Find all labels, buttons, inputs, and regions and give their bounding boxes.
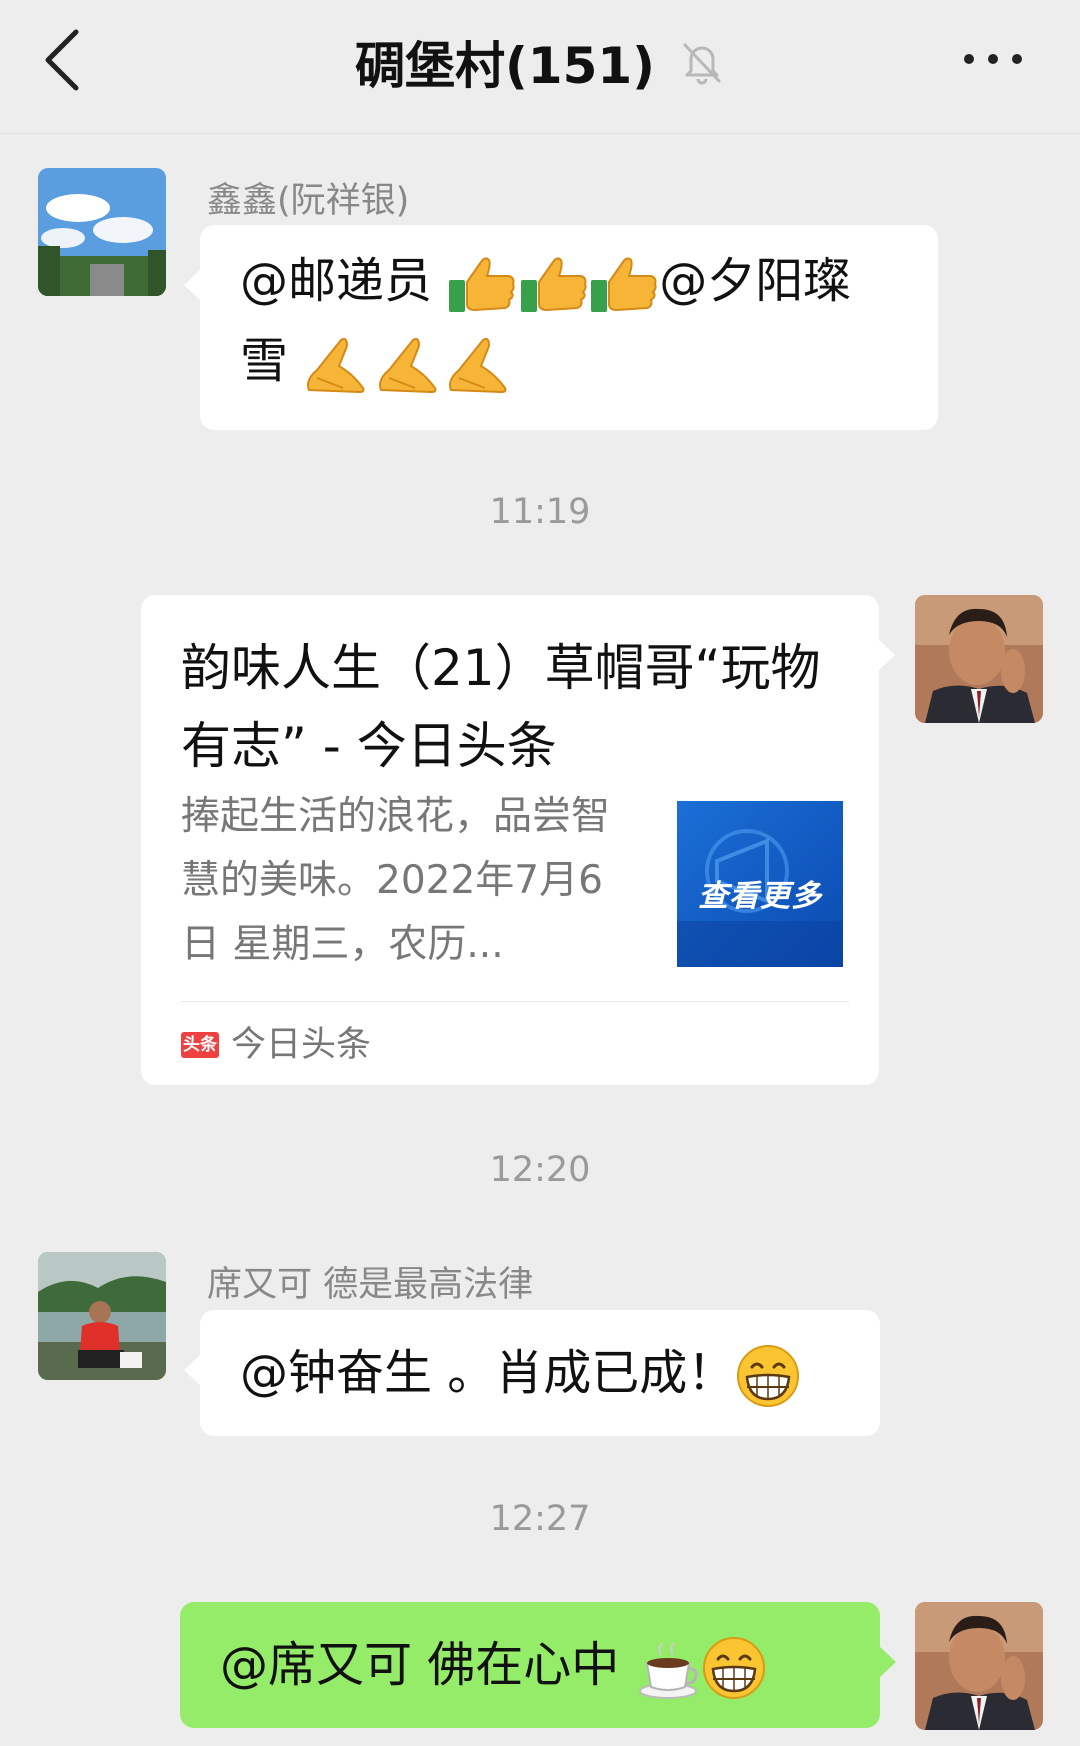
timestamp: 12:27 bbox=[489, 1499, 591, 1539]
message-text: @邮递员 bbox=[240, 253, 448, 309]
more-options-button[interactable] bbox=[958, 34, 1028, 84]
avatar-xinxin[interactable] bbox=[38, 168, 166, 296]
grinning-face-icon bbox=[735, 1343, 801, 1409]
timestamp: 12:20 bbox=[489, 1150, 591, 1190]
avatar-xiyouke[interactable] bbox=[38, 1252, 166, 1380]
divider bbox=[181, 1001, 849, 1002]
avatar-self[interactable] bbox=[915, 595, 1043, 723]
message-bubble[interactable]: @邮递员 @夕阳璨雪 bbox=[184, 225, 938, 430]
toutiao-logo-icon: 头条 bbox=[181, 1032, 219, 1058]
message-text: @席又可 佛在心中 bbox=[220, 1637, 635, 1693]
bell-off-icon bbox=[679, 39, 725, 85]
message-text: 雪 bbox=[240, 333, 304, 389]
card-source-label: 今日头条 bbox=[231, 1025, 372, 1065]
card-description: 捧起生活的浪花，品尝智慧的美味。2022年7月6日 星期三，农历... bbox=[181, 794, 611, 967]
card-title: 韵味人生（21）草帽哥“玩物有志” - 今日头条 bbox=[181, 639, 821, 775]
sender-name: 席又可 德是最高法律 bbox=[207, 1265, 534, 1305]
card-thumbnail: 查看更多 bbox=[677, 801, 843, 967]
chat-screen: 碉堡村(151) 鑫鑫(阮祥银) @邮递员 @夕阳璨 雪 11:19 韵味人生（… bbox=[0, 0, 1080, 1746]
chat-title: 碉堡村(151) bbox=[354, 37, 656, 95]
thumbs-up-icon bbox=[447, 252, 659, 316]
chat-header: 碉堡村(151) bbox=[0, 0, 1080, 134]
timestamp: 11:19 bbox=[489, 492, 591, 532]
card-thumbnail-text: 查看更多 bbox=[698, 879, 822, 914]
grinning-face-icon bbox=[701, 1635, 767, 1701]
folded-hands-icon bbox=[303, 332, 515, 396]
message-text: @钟奋生 。肖成已成！ bbox=[240, 1345, 736, 1401]
message-text: @夕阳璨 bbox=[659, 253, 852, 309]
hot-beverage-icon bbox=[635, 1635, 701, 1701]
chat-title-area: 碉堡村(151) bbox=[0, 22, 1080, 102]
message-bubble[interactable]: @席又可 佛在心中 bbox=[180, 1602, 896, 1728]
sender-name: 鑫鑫(阮祥银) bbox=[207, 181, 410, 221]
ellipsis-icon bbox=[964, 54, 1022, 64]
link-card[interactable]: 韵味人生（21）草帽哥“玩物有志” - 今日头条 捧起生活的浪花，品尝智慧的美味… bbox=[141, 595, 895, 1085]
card-source: 头条 今日头条 bbox=[181, 1015, 371, 1075]
message-bubble[interactable]: @钟奋生 。肖成已成！ bbox=[184, 1310, 880, 1436]
avatar-self[interactable] bbox=[915, 1602, 1043, 1730]
